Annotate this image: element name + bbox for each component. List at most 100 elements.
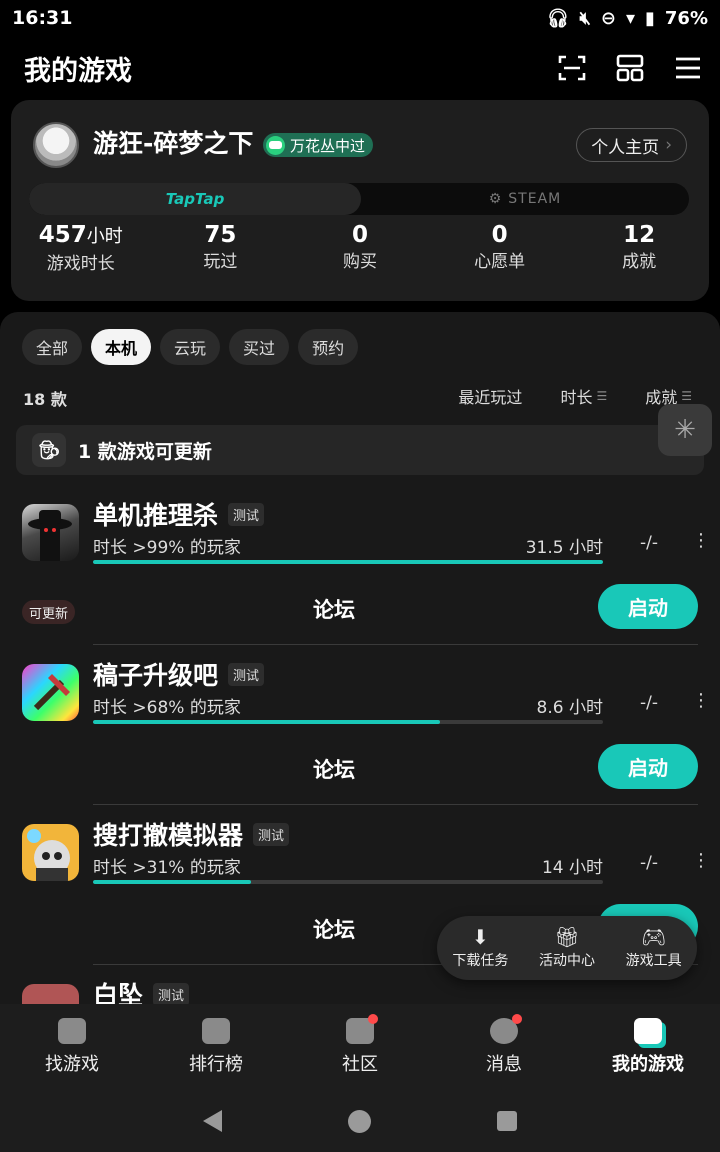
layout-icon[interactable] <box>614 52 646 84</box>
messages-icon <box>490 1014 522 1044</box>
tool-label: 活动中心 <box>538 953 595 969</box>
stat-label: 成就 <box>622 252 657 272</box>
sort-icon: ☰ <box>596 389 608 403</box>
bottom-nav: 找游戏 排行榜 社区 消息 我的游戏 <box>0 1004 720 1090</box>
game-hours: 8.6 小时 <box>536 698 603 718</box>
profile-badge[interactable]: 万花丛中过 <box>263 133 374 157</box>
forum-button[interactable]: 论坛 <box>313 754 355 784</box>
progress-bar <box>93 560 603 564</box>
app-header: 我的游戏 <box>0 40 720 96</box>
game-icon[interactable] <box>22 664 79 721</box>
filter-reserved[interactable]: 预约 <box>298 329 359 365</box>
tool-download[interactable]: ⬇ 下载任务 <box>448 926 512 970</box>
page-title: 我的游戏 <box>24 55 132 87</box>
system-nav <box>0 1090 720 1152</box>
stat-value: 457 <box>38 222 87 248</box>
nav-community[interactable]: 社区 <box>288 1004 432 1090</box>
recents-icon[interactable] <box>497 1111 517 1131</box>
filter-cloud[interactable]: 云玩 <box>160 329 221 365</box>
stat-playtime[interactable]: 457小时 游戏时长 <box>11 220 151 280</box>
forum-button[interactable]: 论坛 <box>313 914 355 944</box>
gift-icon: 🎁︎ <box>554 925 580 949</box>
tool-label: 游戏工具 <box>625 953 682 969</box>
filter-bought[interactable]: 买过 <box>229 329 290 365</box>
forum-button[interactable]: 论坛 <box>313 594 355 624</box>
nav-messages[interactable]: 消息 <box>432 1004 576 1090</box>
test-tag: 测试 <box>153 982 190 1004</box>
divider <box>93 644 698 645</box>
battery-icon: ▮ <box>645 7 655 29</box>
game-icon[interactable] <box>22 504 79 561</box>
floating-sparkle-icon[interactable]: ✳ <box>658 404 712 456</box>
game-row[interactable]: 稿子升级吧 测试 时长 >68% 的玩家 8.6 小时 -/- ⋮ 论坛 启动 <box>0 652 720 812</box>
find-games-icon <box>58 1018 86 1044</box>
stat-value: 75 <box>204 222 237 248</box>
profile-home-button[interactable]: 个人主页 › <box>576 128 687 162</box>
menu-icon[interactable] <box>672 52 704 84</box>
home-icon[interactable] <box>348 1109 371 1133</box>
nav-find-games[interactable]: 找游戏 <box>0 1004 144 1090</box>
stat-played[interactable]: 75 玩过 <box>151 220 291 280</box>
more-icon[interactable]: ⋮ <box>692 530 710 551</box>
rankings-icon <box>202 1018 230 1044</box>
game-name: 单机推理杀 <box>93 501 219 530</box>
launch-button[interactable]: 启动 <box>598 744 698 789</box>
dnd-icon: ⊖ <box>600 7 616 29</box>
avatar[interactable] <box>33 122 79 168</box>
status-time: 16:31 <box>12 7 73 29</box>
battery-level: 76% <box>664 7 708 29</box>
sort-recent[interactable]: 最近玩过 <box>458 384 522 408</box>
stat-wishlist[interactable]: 0 心愿单 <box>430 220 570 280</box>
tool-events[interactable]: 🎁︎ 活动中心 <box>535 926 599 970</box>
scan-icon[interactable] <box>556 52 588 84</box>
download-icon: ⬇ <box>471 925 489 949</box>
sort-duration[interactable]: 时长 ☰ <box>560 384 607 408</box>
stat-achievements[interactable]: 12 成就 <box>569 220 709 280</box>
game-row[interactable]: 单机推理杀 测试 时长 >99% 的玩家 31.5 小时 -/- ⋮ 可更新 论坛… <box>0 492 720 652</box>
nav-rankings[interactable]: 排行榜 <box>144 1004 288 1090</box>
nav-my-games[interactable]: 我的游戏 <box>576 1004 720 1090</box>
update-banner-text: 1 款游戏可更新 <box>78 440 212 463</box>
progress-fill <box>93 880 252 884</box>
game-hours: 31.5 小时 <box>525 538 603 558</box>
headphones-icon: 🎧︎ <box>546 7 570 29</box>
game-achievement: -/- <box>640 853 658 873</box>
progress-fill <box>93 720 440 724</box>
game-rank: 时长 >68% 的玩家 <box>93 698 241 718</box>
game-thumb-icon: 🕵︎ <box>32 433 66 467</box>
stat-label: 购买 <box>342 252 377 272</box>
tool-gametools[interactable]: 🎮︎ 游戏工具 <box>622 926 686 970</box>
platform-steam[interactable]: ⚙ STEAM <box>361 183 689 215</box>
filter-all[interactable]: 全部 <box>22 329 83 365</box>
status-icons: 🎧︎ 🔇︎ ⊖ ▾ ▮ 76% <box>547 8 708 29</box>
launch-button[interactable]: 启动 <box>598 584 698 629</box>
gamepad-badge-icon <box>266 135 285 155</box>
game-hours: 14 小时 <box>541 858 603 878</box>
progress-fill <box>93 560 603 564</box>
game-icon[interactable] <box>22 984 79 1004</box>
game-name: 白坠 <box>93 981 144 1004</box>
filter-chips: 全部 本机 云玩 买过 预约 <box>22 329 359 365</box>
game-title: 稿子升级吧 测试 <box>93 656 265 692</box>
stat-unit: 小时 <box>86 226 123 247</box>
username[interactable]: 游狂-碎梦之下 <box>93 124 253 160</box>
platform-taptap[interactable]: TapTap <box>29 183 361 215</box>
more-icon[interactable]: ⋮ <box>692 850 710 871</box>
game-rank: 时长 >99% 的玩家 <box>93 538 241 558</box>
profile-card: 游狂-碎梦之下 万花丛中过 个人主页 › TapTap ⚙ STEAM 457小… <box>11 100 709 301</box>
update-tag[interactable]: 可更新 <box>22 600 76 624</box>
stat-purchased[interactable]: 0 购买 <box>290 220 430 280</box>
gamepad-icon: 🎮︎ <box>640 925 667 949</box>
badge-label: 万花丛中过 <box>290 136 366 155</box>
progress-bar <box>93 880 603 884</box>
notification-dot <box>368 1014 378 1024</box>
game-title: 单机推理杀 测试 <box>93 496 265 532</box>
game-icon[interactable] <box>22 824 79 881</box>
more-icon[interactable]: ⋮ <box>692 690 710 711</box>
stat-label: 心愿单 <box>474 252 526 272</box>
update-banner[interactable]: 🕵︎ 1 款游戏可更新 <box>16 425 704 475</box>
game-name: 稿子升级吧 <box>93 661 219 690</box>
game-achievement: -/- <box>640 693 658 713</box>
filter-local[interactable]: 本机 <box>91 329 152 365</box>
back-icon[interactable] <box>203 1110 222 1132</box>
